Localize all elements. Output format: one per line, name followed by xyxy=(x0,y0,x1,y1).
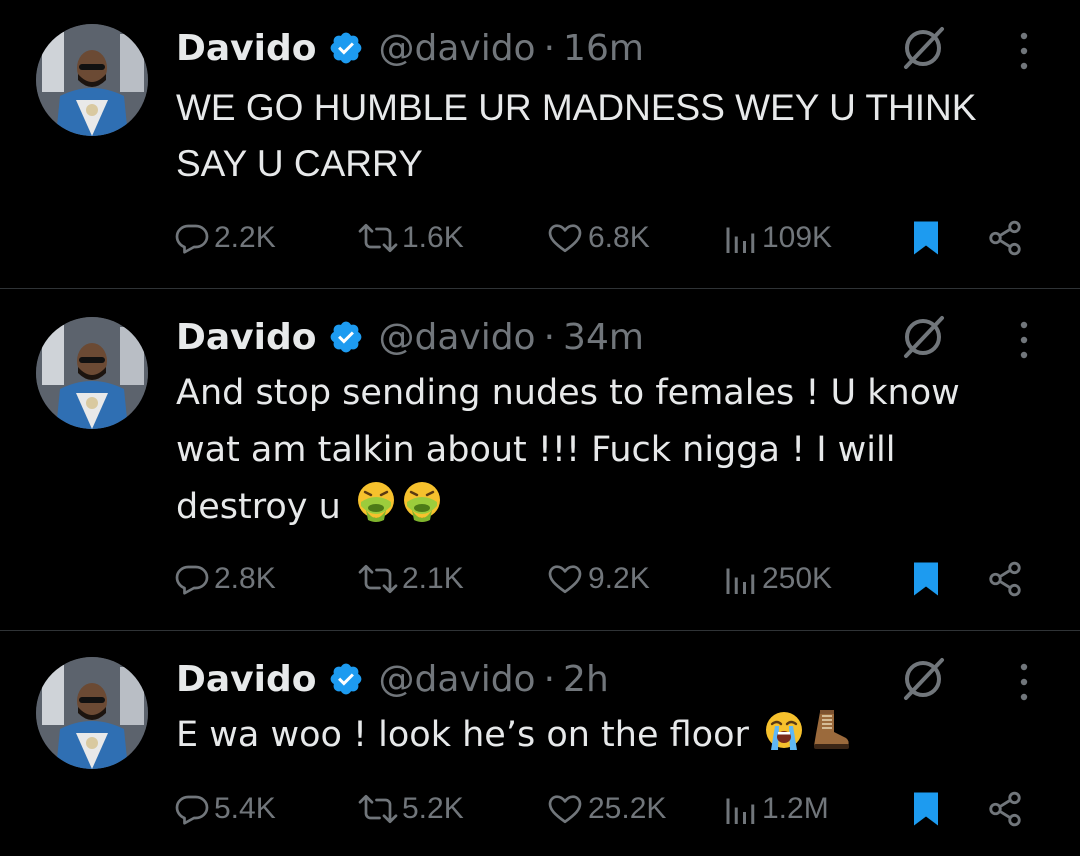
reply-count: 5.4K xyxy=(214,792,276,825)
separator-dot: · xyxy=(543,316,556,358)
tweet-actions: 5.4K 5.2K 25.2K 1.2M xyxy=(174,785,1034,833)
share-nodes-icon xyxy=(989,561,1021,597)
bookmark-filled-icon xyxy=(914,792,938,826)
share-button[interactable] xyxy=(986,785,1024,833)
bookmark-filled-icon xyxy=(914,562,938,596)
timestamp[interactable]: 34m xyxy=(563,317,644,358)
repost-count: 2.1K xyxy=(402,562,464,595)
views-count: 250K xyxy=(762,562,833,595)
bookmark-filled-icon xyxy=(914,221,938,255)
heart-outline-icon xyxy=(548,795,582,824)
tweet-text: WE GO HUMBLE UR MADNESS WEY U THINK SAY … xyxy=(176,87,977,184)
grok-slash-icon[interactable] xyxy=(900,25,946,71)
tweet-text: E wa woo ! look he’s on the floor xyxy=(176,715,760,755)
separator-dot: · xyxy=(543,27,556,69)
reply-count: 2.2K xyxy=(214,221,276,254)
repost-count: 1.6K xyxy=(402,221,464,254)
like-button[interactable]: 6.8K xyxy=(546,214,650,262)
author-name[interactable]: Davido xyxy=(176,317,316,358)
tweet[interactable]: Davido @davido · 34m And stop sending nu… xyxy=(0,289,1080,630)
views-button[interactable]: 109K xyxy=(722,214,832,262)
bar-chart-icon xyxy=(726,227,755,253)
timestamp[interactable]: 2h xyxy=(563,659,609,700)
tweet-actions: 2.2K 1.6K 6.8K 109K xyxy=(174,214,1034,262)
repost-button[interactable]: 5.2K xyxy=(358,785,464,833)
timestamp[interactable]: 16m xyxy=(563,28,644,69)
like-button[interactable]: 25.2K xyxy=(546,785,666,833)
tweet-feed: Davido @davido · 16m WE GO HUMBLE UR MAD… xyxy=(0,0,1080,856)
tweet-actions: 2.8K 2.1K 9.2K 250K xyxy=(174,555,1034,603)
reply-count: 2.8K xyxy=(214,562,276,595)
author-handle[interactable]: @davido xyxy=(378,317,535,358)
tweet-text-block: And stop sending nudes to females ! U kn… xyxy=(176,365,1056,536)
bookmark-button[interactable] xyxy=(908,555,944,603)
vertical-dots-icon[interactable] xyxy=(1012,24,1036,72)
views-count: 109K xyxy=(762,221,833,254)
share-nodes-icon xyxy=(989,791,1021,827)
speech-bubble-icon xyxy=(175,565,209,595)
heart-outline-icon xyxy=(548,565,582,594)
repost-arrows-icon xyxy=(358,794,398,824)
tweet[interactable]: Davido @davido · 2h E wa woo ! look he’s… xyxy=(0,631,1080,856)
bar-chart-icon xyxy=(726,568,755,594)
share-button[interactable] xyxy=(986,555,1024,603)
tweet-text-block: E wa woo ! look he’s on the floor xyxy=(176,707,1056,764)
grok-slash-icon[interactable] xyxy=(900,656,946,702)
verified-badge-icon xyxy=(331,663,362,695)
tweet-header: Davido @davido · 16m xyxy=(176,24,644,72)
repost-count: 5.2K xyxy=(402,792,464,825)
views-count: 1.2M xyxy=(762,792,829,825)
like-count: 9.2K xyxy=(588,562,650,595)
tweet[interactable]: Davido @davido · 16m WE GO HUMBLE UR MAD… xyxy=(0,0,1080,288)
repost-button[interactable]: 2.1K xyxy=(358,555,464,603)
vertical-dots-icon[interactable] xyxy=(1012,655,1036,703)
speech-bubble-icon xyxy=(175,224,209,254)
repost-arrows-icon xyxy=(358,223,398,253)
avatar[interactable] xyxy=(36,657,148,769)
views-button[interactable]: 1.2M xyxy=(722,785,829,833)
author-name[interactable]: Davido xyxy=(176,28,316,69)
tweet-header: Davido @davido · 2h xyxy=(176,655,609,703)
bookmark-button[interactable] xyxy=(908,214,944,262)
verified-badge-icon xyxy=(331,32,362,64)
like-count: 25.2K xyxy=(588,792,667,825)
repost-arrows-icon xyxy=(358,564,398,594)
heart-outline-icon xyxy=(548,224,582,253)
reply-button[interactable]: 5.4K xyxy=(174,785,276,833)
like-count: 6.8K xyxy=(588,221,650,254)
vomiting-face-emoji xyxy=(403,482,440,522)
share-button[interactable] xyxy=(986,214,1024,262)
boot-emoji xyxy=(814,710,849,749)
loudly-crying-face-emoji xyxy=(766,712,802,750)
separator-dot: · xyxy=(543,658,556,700)
grok-slash-icon[interactable] xyxy=(900,314,946,360)
reply-button[interactable]: 2.8K xyxy=(174,555,276,603)
reply-button[interactable]: 2.2K xyxy=(174,214,276,262)
avatar[interactable] xyxy=(36,317,148,429)
repost-button[interactable]: 1.6K xyxy=(358,214,464,262)
vertical-dots-icon[interactable] xyxy=(1012,313,1036,361)
author-name[interactable]: Davido xyxy=(176,659,316,700)
bar-chart-icon xyxy=(726,798,755,824)
vomiting-face-emoji xyxy=(357,482,394,522)
like-button[interactable]: 9.2K xyxy=(546,555,650,603)
bookmark-button[interactable] xyxy=(908,785,944,833)
avatar[interactable] xyxy=(36,24,148,136)
share-nodes-icon xyxy=(989,220,1021,256)
views-button[interactable]: 250K xyxy=(722,555,832,603)
tweet-header: Davido @davido · 34m xyxy=(176,313,644,361)
verified-badge-icon xyxy=(331,321,362,353)
author-handle[interactable]: @davido xyxy=(378,28,535,69)
tweet-text: And stop sending nudes to females ! U kn… xyxy=(176,373,960,527)
speech-bubble-icon xyxy=(175,795,209,825)
author-handle[interactable]: @davido xyxy=(378,659,535,700)
